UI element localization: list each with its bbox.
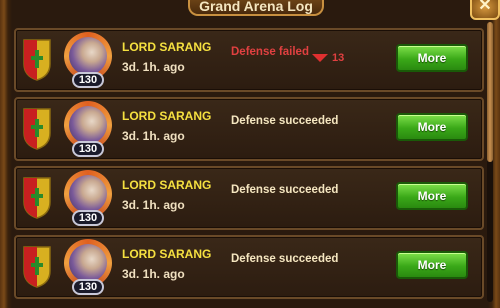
avatar[interactable]: 130 — [60, 237, 116, 299]
player-name: LORD SARANG — [122, 40, 212, 54]
result-text: Defense succeeded — [231, 184, 339, 196]
level-badge: 130 — [72, 279, 104, 295]
timestamp: 3d. 1h. ago — [122, 129, 185, 143]
level-badge: 130 — [72, 141, 104, 157]
player-name: LORD SARANG — [122, 247, 212, 261]
player-name: LORD SARANG — [122, 178, 212, 192]
log-entry: 130 LORD SARANG 3d. 1h. ago Defense succ… — [14, 235, 484, 299]
clan-shield-icon — [23, 39, 51, 81]
clan-shield-icon — [23, 177, 51, 219]
more-button[interactable]: More — [396, 251, 468, 279]
level-badge: 130 — [72, 72, 104, 88]
scroll-thumb[interactable] — [487, 22, 493, 162]
level-badge: 130 — [72, 210, 104, 226]
log-entry: 130 LORD SARANG 3d. 1h. ago Defense succ… — [14, 97, 484, 161]
more-button[interactable]: More — [396, 113, 468, 141]
result-text: Defense failed — [231, 46, 309, 58]
avatar[interactable]: 130 — [60, 99, 116, 161]
log-entry: 130 LORD SARANG 3d. 1h. ago Defense succ… — [14, 166, 484, 230]
result-text: Defense succeeded — [231, 115, 339, 127]
more-button[interactable]: More — [396, 44, 468, 72]
avatar[interactable]: 130 — [60, 30, 116, 92]
clan-shield-icon — [23, 108, 51, 150]
rank-change-value: 13 — [332, 52, 345, 64]
timestamp: 3d. 1h. ago — [122, 198, 185, 212]
result-text: Defense succeeded — [231, 253, 339, 265]
avatar[interactable]: 130 — [60, 168, 116, 230]
clan-shield-icon — [23, 246, 51, 288]
player-name: LORD SARANG — [122, 109, 212, 123]
window-title: Grand Arena Log — [188, 0, 324, 16]
more-button[interactable]: More — [396, 182, 468, 210]
scrollbar[interactable] — [487, 22, 493, 302]
timestamp: 3d. 1h. ago — [122, 267, 185, 281]
log-entry: 130 LORD SARANG 3d. 1h. ago Defense fail… — [14, 28, 484, 92]
timestamp: 3d. 1h. ago — [122, 60, 185, 74]
rank-down-arrow-icon — [312, 54, 328, 62]
arena-log-window: Grand Arena Log ✕ 130 LORD SARANG 3d. 1h… — [0, 0, 500, 308]
rank-change: 13 — [312, 52, 352, 66]
close-button[interactable]: ✕ — [470, 0, 500, 20]
